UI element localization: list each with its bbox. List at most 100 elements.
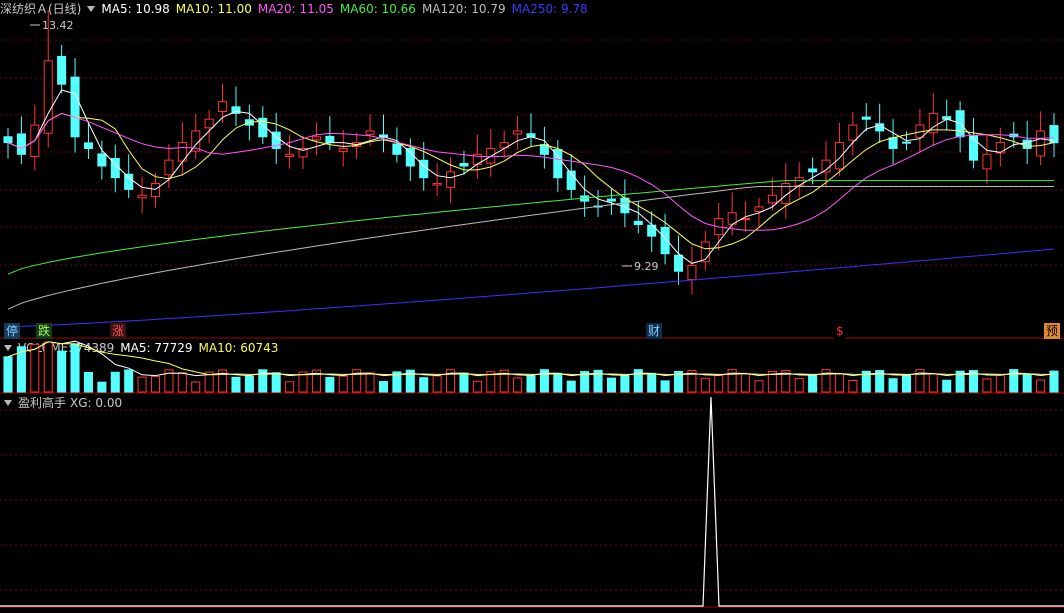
candle-body xyxy=(513,130,523,135)
volume-bar xyxy=(526,375,536,393)
event-marker[interactable]: 跌 xyxy=(36,323,53,339)
candle-body xyxy=(392,143,402,155)
volume-bar xyxy=(754,380,764,393)
volume-bar xyxy=(472,380,482,393)
ma120-line xyxy=(7,186,1054,310)
volume-bar xyxy=(419,377,429,393)
candle-body xyxy=(888,137,898,149)
candle-body xyxy=(124,173,134,190)
candle-body xyxy=(218,101,228,113)
candle-body xyxy=(325,135,335,144)
ma250-line xyxy=(7,248,1055,328)
volume-bar xyxy=(566,380,576,393)
candle-body xyxy=(539,144,549,155)
volume-bar xyxy=(660,380,670,393)
candle-body xyxy=(834,142,844,170)
volume-bar xyxy=(30,343,40,393)
volume-bar xyxy=(3,356,13,393)
candle-body xyxy=(754,206,764,212)
candle-body xyxy=(338,147,348,152)
candle-body xyxy=(3,136,13,144)
volume-bar xyxy=(808,374,818,393)
candle-body xyxy=(982,153,992,170)
candle-body xyxy=(660,226,670,255)
volume-bar xyxy=(834,373,844,393)
candle-body xyxy=(1036,130,1046,157)
candle-body xyxy=(848,124,858,141)
candle-body xyxy=(687,264,697,281)
volume-bar xyxy=(177,372,187,393)
volume-bar xyxy=(231,376,241,393)
low-price-label: 9.29 xyxy=(634,260,659,273)
volume-bar xyxy=(553,372,563,393)
candle-body xyxy=(204,118,214,129)
event-marker[interactable]: $ xyxy=(834,323,846,339)
event-marker[interactable]: 停 xyxy=(4,323,21,339)
event-marker[interactable]: 财 xyxy=(646,323,663,339)
candle-body xyxy=(57,55,67,85)
event-marker[interactable]: 预 xyxy=(1044,323,1061,339)
volume-bar xyxy=(432,375,442,393)
volume-bar xyxy=(620,375,630,393)
volume-bar xyxy=(110,371,120,393)
candle-body xyxy=(43,60,53,134)
volume-bar xyxy=(83,372,93,393)
candle-body xyxy=(70,76,80,138)
volume-bar xyxy=(150,376,161,393)
candle-body xyxy=(405,147,415,167)
candle-body xyxy=(901,141,912,144)
high-price-label: 13.42 xyxy=(42,19,74,32)
volume-bar xyxy=(271,372,281,393)
candle-body xyxy=(673,254,684,272)
candle-body xyxy=(164,159,174,176)
volume-bar xyxy=(1036,379,1046,393)
candle-body xyxy=(16,133,26,155)
volume-bar xyxy=(70,343,80,393)
volume-bar xyxy=(137,376,147,393)
volume-bar xyxy=(700,377,710,393)
candle-body xyxy=(83,142,93,149)
candle-body xyxy=(137,194,147,199)
volume-bar xyxy=(848,379,858,393)
volume-bar xyxy=(378,381,389,393)
stock-chart[interactable]: 13.42 9.29 xyxy=(0,0,1064,613)
candle-body xyxy=(365,130,375,135)
volume-bar xyxy=(191,381,201,393)
volume-bar xyxy=(942,379,952,393)
candle-body xyxy=(633,220,643,225)
volume-bar xyxy=(794,378,804,393)
volume-bar xyxy=(901,374,912,393)
candle-body xyxy=(311,136,321,141)
volume-bar xyxy=(1022,373,1032,393)
volume-bar xyxy=(285,381,295,393)
volume-bar xyxy=(741,373,751,393)
volume-bar xyxy=(43,341,53,393)
volume-bar xyxy=(338,375,348,393)
volume-bar xyxy=(606,377,616,393)
volume-bar xyxy=(459,372,469,393)
volume-bar xyxy=(647,372,657,393)
candle-body xyxy=(808,168,818,173)
volume-bar xyxy=(244,375,254,393)
candle-body xyxy=(446,171,456,188)
candle-body xyxy=(767,194,777,204)
event-marker[interactable]: 涨 xyxy=(110,323,127,339)
candle-body xyxy=(97,153,107,167)
candle-body xyxy=(459,163,469,167)
xg-signal-line xyxy=(0,396,1064,607)
volume-bar xyxy=(124,369,134,393)
volume-bar xyxy=(513,377,523,393)
volume-bar xyxy=(982,378,992,393)
candle-body xyxy=(861,116,871,120)
volume-bar xyxy=(16,346,26,393)
volume-bar xyxy=(928,373,938,393)
volume-bar xyxy=(995,374,1005,393)
volume-bar xyxy=(714,374,724,393)
volume-bar xyxy=(888,378,898,393)
volume-bar xyxy=(325,377,335,393)
volume-bar xyxy=(97,381,107,393)
candle-body xyxy=(432,183,442,186)
candle-body xyxy=(606,198,616,202)
volume-bar xyxy=(57,350,67,393)
volume-bar xyxy=(365,372,375,393)
